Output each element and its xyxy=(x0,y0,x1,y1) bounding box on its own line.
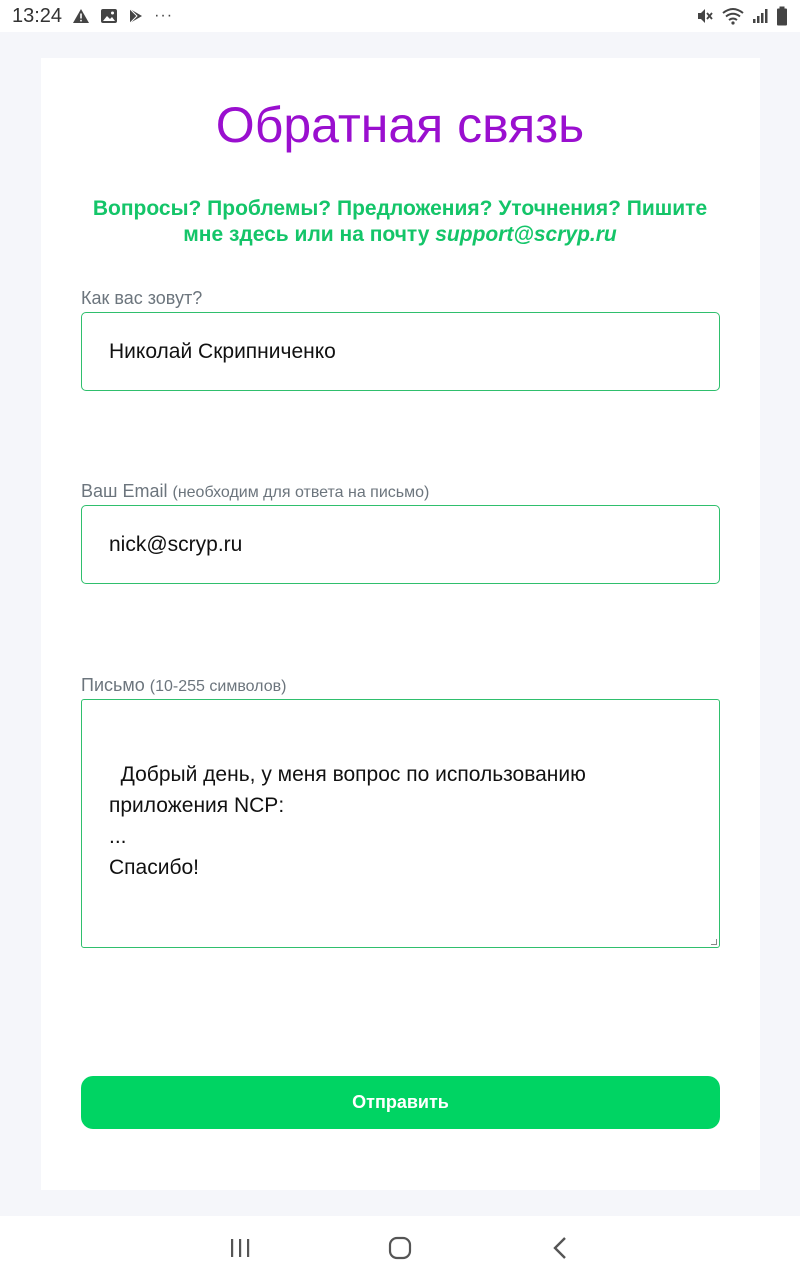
status-time: 13:24 xyxy=(12,4,63,27)
status-right xyxy=(696,6,788,26)
status-bar: 13:24 ··· xyxy=(0,0,800,32)
message-label-hint: (10-255 символов) xyxy=(149,678,287,695)
name-label-text: Как вас зовут? xyxy=(81,288,203,308)
signal-icon xyxy=(752,8,768,24)
email-label: Ваш Email (необходим для ответа на письм… xyxy=(81,481,429,502)
page-title: Обратная связь xyxy=(215,97,585,153)
recent-apps-icon[interactable] xyxy=(210,1228,270,1268)
warning-icon xyxy=(72,8,90,24)
name-input-value: Николай Скрипниченко xyxy=(109,339,336,363)
image-icon xyxy=(100,8,118,24)
email-label-hint: (необходим для ответа на письмо) xyxy=(172,484,430,501)
home-icon[interactable] xyxy=(370,1228,430,1268)
status-left: 13:24 ··· xyxy=(12,5,173,28)
submit-button[interactable]: Отправить xyxy=(81,1076,720,1129)
message-label-text: Письмо xyxy=(81,675,145,695)
subtitle: Вопросы? Проблемы? Предложения? Уточнени… xyxy=(80,196,720,248)
more-icon: ··· xyxy=(154,7,174,24)
message-textarea-value: Добрый день, у меня вопрос по использова… xyxy=(109,763,586,879)
support-email-link[interactable]: support@scryp.ru xyxy=(435,223,617,246)
resize-grip-icon[interactable] xyxy=(711,939,717,945)
email-label-text: Ваш Email xyxy=(81,481,168,501)
name-label: Как вас зовут? xyxy=(81,288,202,309)
play-store-icon xyxy=(128,8,144,24)
battery-icon xyxy=(776,6,788,26)
back-icon[interactable] xyxy=(530,1228,590,1268)
message-label: Письмо (10-255 символов) xyxy=(81,675,286,696)
name-input[interactable]: Николай Скрипниченко xyxy=(81,312,720,391)
mute-icon xyxy=(696,7,714,25)
navigation-bar xyxy=(0,1216,800,1280)
message-textarea[interactable]: Добрый день, у меня вопрос по использова… xyxy=(81,699,720,948)
wifi-icon xyxy=(722,7,744,25)
email-input[interactable]: nick@scryp.ru xyxy=(81,505,720,584)
email-input-value: nick@scryp.ru xyxy=(109,532,243,556)
